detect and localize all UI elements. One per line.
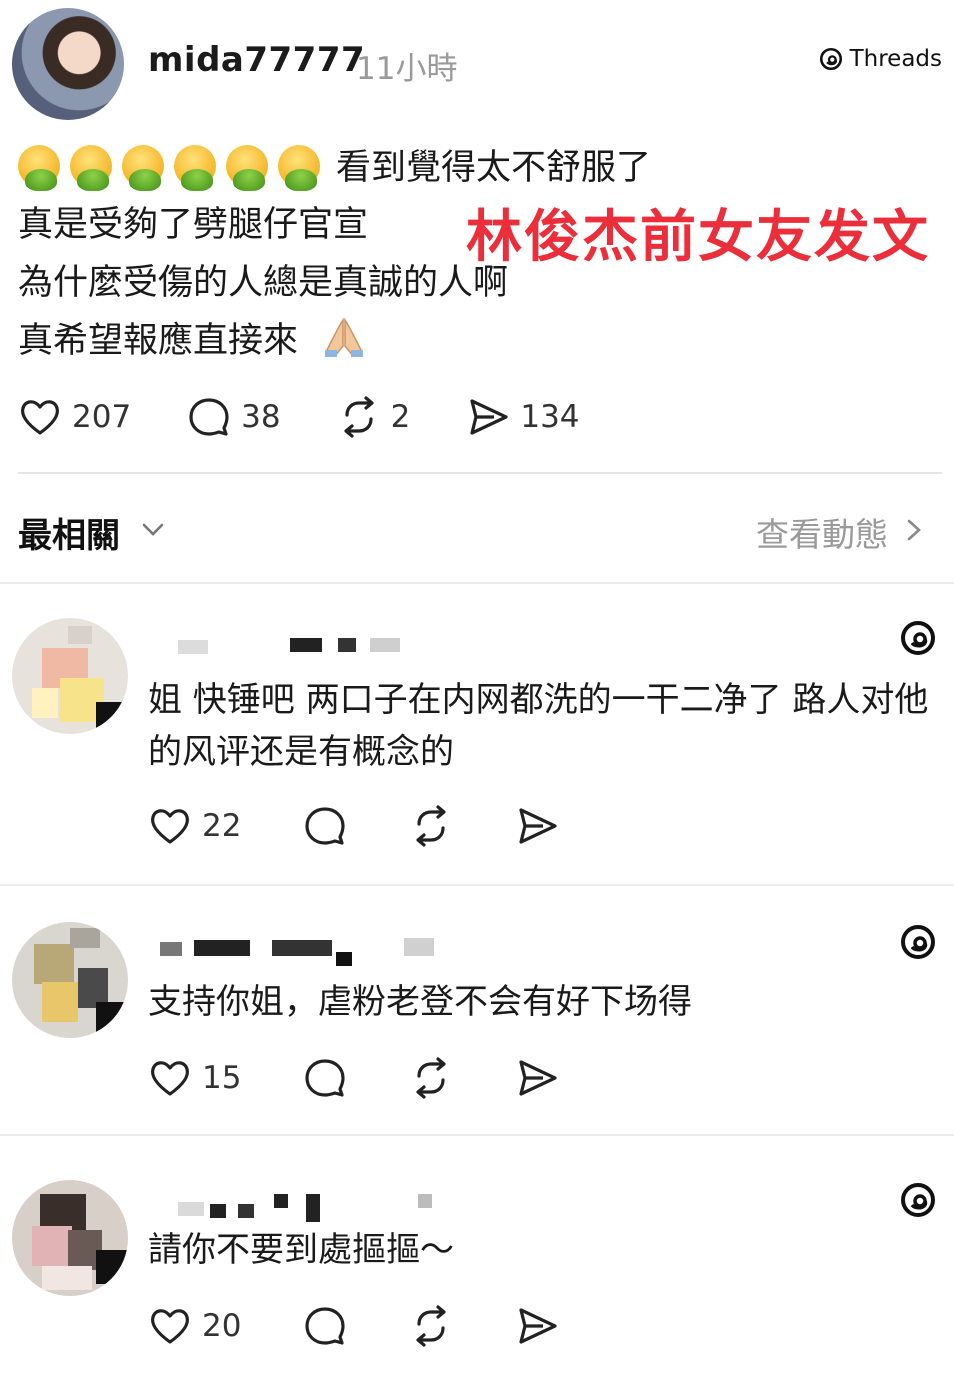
nauseated-face-icon — [70, 145, 116, 191]
comment-actions: 22 — [148, 804, 621, 848]
comment-text: 姐 快锤吧 两口子在内网都洗的一干二净了 路人对他的风评还是有概念的 — [148, 680, 929, 772]
share-button[interactable] — [515, 804, 559, 848]
send-icon — [519, 1308, 558, 1344]
share-button[interactable] — [515, 1304, 559, 1348]
comment-button[interactable] — [303, 1304, 347, 1348]
post-text-line-with-emoji: 真希望報應直接來 — [18, 312, 948, 370]
comment-item: 請你不要到處摳摳～ 20 — [0, 1180, 954, 1380]
comment-text: 支持你姐，虐粉老登不会有好下场得 — [148, 982, 692, 1022]
threads-brand: Threads — [818, 46, 942, 72]
commenter-avatar[interactable] — [12, 1180, 128, 1296]
nauseated-face-icon — [122, 145, 168, 191]
like-count: 22 — [202, 808, 242, 844]
sort-dropdown-label[interactable]: 最相關 — [18, 508, 120, 557]
commenter-name-redacted[interactable] — [150, 932, 480, 966]
share-count: 134 — [520, 399, 580, 435]
repost-icon — [416, 1057, 447, 1099]
comment-bubble-icon — [305, 807, 346, 845]
comment-count: 38 — [241, 399, 281, 435]
post-header: mida77777 11小時 Threads — [0, 0, 954, 130]
commenter-avatar[interactable] — [12, 922, 128, 1038]
send-icon — [519, 1060, 558, 1096]
nauseated-face-icon — [18, 145, 64, 191]
heart-icon — [20, 400, 60, 435]
repost-button[interactable] — [409, 804, 453, 848]
chevron-down-icon[interactable] — [140, 517, 166, 543]
divider — [18, 472, 942, 474]
share-button[interactable] — [515, 1056, 559, 1100]
section-separator — [0, 582, 954, 584]
nauseated-face-icon — [226, 145, 272, 191]
send-icon — [470, 399, 508, 435]
commenter-name-redacted[interactable] — [150, 628, 480, 662]
author-avatar[interactable] — [12, 8, 124, 120]
post-text-line: 真希望報應直接來 — [18, 321, 299, 361]
sort-bar: 最相關 查看動態 — [0, 500, 954, 560]
comment-item: 姐 快锤吧 两口子在内网都洗的一干二净了 路人对他的风评还是有概念的 22 — [0, 618, 954, 868]
send-icon — [519, 808, 558, 844]
emoji-row: 看到覺得太不舒服了 — [18, 140, 948, 196]
commenter-name-redacted[interactable] — [150, 1190, 480, 1224]
overlay-caption: 林俊杰前女友发文 — [466, 205, 930, 270]
nauseated-face-icon — [278, 145, 324, 191]
comment-actions: 15 — [148, 1056, 621, 1100]
like-count: 20 — [202, 1308, 242, 1344]
like-count: 207 — [72, 399, 132, 435]
repost-button[interactable] — [409, 1056, 453, 1100]
heart-icon — [150, 1309, 190, 1344]
comment-bubble-icon — [189, 398, 229, 436]
repost-button[interactable] — [409, 1304, 453, 1348]
like-button[interactable]: 22 — [148, 804, 241, 848]
like-button[interactable]: 15 — [148, 1056, 241, 1100]
post-text-line: 看到覺得太不舒服了 — [336, 148, 652, 188]
threads-logo-icon[interactable] — [898, 922, 938, 962]
heart-icon — [150, 809, 190, 844]
threads-logo-icon[interactable] — [898, 1180, 938, 1220]
nauseated-face-icon — [174, 145, 220, 191]
comment-button[interactable]: 38 — [187, 395, 281, 439]
like-count: 15 — [202, 1060, 242, 1096]
section-separator — [0, 884, 954, 886]
threads-brand-label: Threads — [849, 46, 942, 72]
post-actions: 207 38 2 134 — [18, 392, 636, 442]
chevron-right-icon[interactable] — [902, 516, 926, 544]
comment-bubble-icon — [305, 1059, 346, 1097]
comment-button[interactable] — [303, 804, 347, 848]
section-separator — [0, 1134, 954, 1136]
repost-icon — [344, 396, 374, 438]
heart-icon — [150, 1061, 190, 1096]
threads-logo-icon[interactable] — [898, 618, 938, 658]
comment-actions: 20 — [148, 1304, 621, 1348]
repost-icon — [416, 805, 447, 847]
author-username[interactable]: mida77777 — [148, 40, 365, 80]
comment-button[interactable] — [303, 1056, 347, 1100]
repost-button[interactable]: 2 — [337, 395, 411, 439]
comment-bubble-icon — [305, 1307, 346, 1345]
post-timestamp: 11小時 — [356, 51, 458, 87]
threads-logo-icon — [819, 47, 842, 71]
share-button[interactable]: 134 — [466, 395, 580, 439]
view-activity-link[interactable]: 查看動態 — [756, 508, 888, 556]
commenter-avatar[interactable] — [12, 618, 128, 734]
like-button[interactable]: 20 — [148, 1304, 241, 1348]
comment-text: 請你不要到處摳摳～ — [148, 1230, 454, 1270]
like-button[interactable]: 207 — [18, 395, 131, 439]
comment-item: 支持你姐，虐粉老登不会有好下场得 15 — [0, 922, 954, 1122]
repost-count: 2 — [390, 399, 411, 435]
folded-hands-icon — [325, 317, 364, 358]
repost-icon — [416, 1305, 447, 1347]
